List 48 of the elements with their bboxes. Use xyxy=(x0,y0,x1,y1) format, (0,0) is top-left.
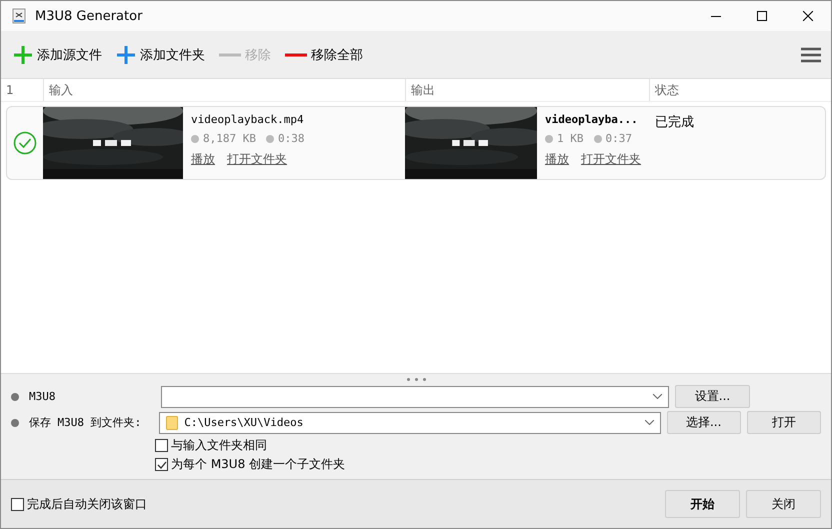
bullet-dot xyxy=(11,418,19,426)
maximize-icon[interactable] xyxy=(757,11,767,21)
bullet-dot xyxy=(11,392,19,400)
file-size: 8,187 KB xyxy=(191,132,256,145)
path-dropdown[interactable]: C:\Users\XU\Videos xyxy=(159,412,661,434)
file-name: videoplayba... xyxy=(545,113,639,126)
dialog-button[interactable]: 打开 xyxy=(746,411,821,434)
checkbox[interactable] xyxy=(11,498,24,510)
checkbox-label[interactable]: 与输入文件夹相同 xyxy=(171,437,267,454)
chevron-down-icon xyxy=(644,420,654,425)
row-count: 1 xyxy=(5,82,15,99)
column-header[interactable]: 状态 xyxy=(649,79,831,101)
dialog-button[interactable]: 选择... xyxy=(666,411,741,434)
path-dropdown[interactable] xyxy=(161,386,669,408)
column-header[interactable]: 输出 xyxy=(405,79,649,101)
plus-icon xyxy=(13,44,33,64)
checkbox[interactable] xyxy=(155,458,168,471)
field-label: M3U8 xyxy=(29,390,56,403)
minus-icon xyxy=(285,52,307,56)
close-icon[interactable] xyxy=(803,11,813,21)
window-title: M3U8 Generator xyxy=(35,8,144,24)
column-header[interactable]: 输入 xyxy=(43,79,405,101)
toolbar-button[interactable]: 移除全部 xyxy=(283,44,365,66)
link[interactable]: 打开文件夹 xyxy=(581,151,641,168)
file-size: 1 KB xyxy=(545,132,584,145)
checkbox[interactable] xyxy=(155,439,168,452)
minus-icon xyxy=(219,52,241,56)
checkbox-label[interactable]: 完成后自动关闭该窗口 xyxy=(27,496,147,512)
menu-icon[interactable] xyxy=(801,46,821,62)
duration: 0:37 xyxy=(594,132,632,145)
close-dialog-button[interactable]: 关闭 xyxy=(746,490,821,518)
status-text: 已完成 xyxy=(654,114,695,132)
plus-icon xyxy=(116,44,136,64)
field-label: 保存 M3U8 到文件夹: xyxy=(28,415,142,430)
toolbar-button[interactable]: 添加源文件 xyxy=(11,42,104,66)
dialog-button[interactable]: 设置... xyxy=(675,385,750,408)
app-icon xyxy=(11,8,27,24)
start-button[interactable]: 开始 xyxy=(665,490,740,518)
splitter-handle[interactable] xyxy=(406,376,426,382)
chevron-down-icon xyxy=(653,394,662,399)
toolbar-button[interactable]: 添加文件夹 xyxy=(114,42,207,66)
file-row[interactable]: videoplayback.mp4 8,187 KB 0:38 播放 打开文件夹 videoplayba... 1 KB 0:37 播放 打开文件夹 已完成 xyxy=(6,106,826,180)
file-name: videoplayback.mp4 xyxy=(191,113,304,126)
link[interactable]: 打开文件夹 xyxy=(227,151,287,168)
duration: 0:38 xyxy=(266,132,304,145)
link[interactable]: 播放 xyxy=(191,151,215,168)
checkbox-label[interactable]: 为每个 M3U8 创建一个子文件夹 xyxy=(171,456,346,473)
link[interactable]: 播放 xyxy=(545,151,569,168)
